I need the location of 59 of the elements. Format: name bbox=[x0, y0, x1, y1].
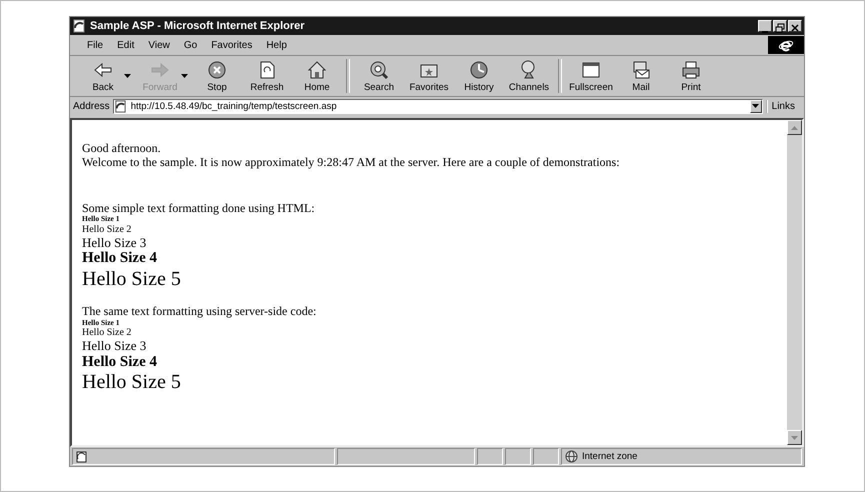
text-line: Welcome to the sample. It is now approximately 9:28:47 AM at the server. Here are a couple of demonstrations: bbox=[82, 156, 621, 170]
up-arrow-icon bbox=[791, 126, 798, 130]
text-line: Some simple text formatting done using HTML: bbox=[82, 202, 316, 216]
minimize-button[interactable] bbox=[758, 20, 772, 32]
scroll-up-button[interactable] bbox=[787, 120, 802, 135]
close-icon bbox=[789, 23, 801, 33]
stop-icon bbox=[207, 60, 227, 80]
dropdown-arrow-icon[interactable] bbox=[124, 74, 131, 78]
menu-item[interactable]: Favorites bbox=[204, 38, 260, 52]
text-line: The same text formatting using server-side code: bbox=[82, 304, 318, 318]
mail-icon bbox=[631, 60, 651, 80]
page-icon bbox=[76, 450, 88, 462]
search-icon bbox=[369, 60, 389, 80]
browser-logo bbox=[768, 36, 804, 54]
page-icon bbox=[72, 19, 86, 33]
toolbar-button[interactable]: Favorites bbox=[404, 60, 454, 92]
zone-label: Internet zone bbox=[582, 451, 638, 462]
window-title: Sample ASP - Microsoft Internet Explorer bbox=[90, 20, 306, 32]
text-line: Hello Size 2 bbox=[82, 224, 132, 236]
caret-icon bbox=[752, 104, 760, 108]
toolbar-button[interactable]: Fullscreen bbox=[566, 60, 616, 92]
menu-item[interactable]: Edit bbox=[110, 38, 142, 52]
globe-icon bbox=[565, 450, 578, 463]
dropdown-button[interactable] bbox=[750, 100, 762, 112]
links-button[interactable]: Links bbox=[766, 100, 801, 112]
toolbar-button[interactable]: Home bbox=[292, 60, 342, 92]
toolbar-button[interactable]: Stop bbox=[192, 60, 242, 92]
text-line: Good afternoon. bbox=[82, 142, 162, 156]
toolbar-button[interactable]: Mail bbox=[616, 60, 666, 92]
close-button[interactable] bbox=[788, 20, 802, 32]
page-icon bbox=[114, 100, 127, 112]
restore-icon bbox=[774, 23, 786, 33]
toolbar-button[interactable]: Print bbox=[666, 60, 716, 92]
toolbar-button[interactable]: Channels bbox=[504, 60, 554, 92]
text-line: Hello Size 5 bbox=[82, 370, 182, 394]
text-line: Hello Size 3 bbox=[82, 338, 148, 354]
print-icon bbox=[681, 60, 701, 80]
address-field[interactable]: http://10.5.48.49/bc_training/temp/testscreen.asp bbox=[112, 98, 763, 114]
menu-item[interactable]: File bbox=[80, 38, 110, 52]
menu-item[interactable]: Go bbox=[176, 38, 204, 52]
menu-item[interactable]: View bbox=[141, 38, 177, 52]
home-icon bbox=[307, 60, 327, 80]
toolbar-button[interactable]: Refresh bbox=[242, 60, 292, 92]
toolbar-button[interactable]: Search bbox=[354, 60, 404, 92]
fullscreen-icon bbox=[581, 60, 601, 80]
text-line: Hello Size 5 bbox=[82, 268, 182, 291]
toolbar-button[interactable]: History bbox=[454, 60, 504, 92]
restore-button[interactable] bbox=[773, 20, 787, 32]
text-line: Hello Size 4 bbox=[82, 354, 158, 371]
minimize-icon bbox=[762, 31, 768, 33]
toolbar-button[interactable]: Back bbox=[78, 60, 128, 92]
scroll-down-button[interactable] bbox=[787, 430, 802, 445]
text-line: Hello Size 4 bbox=[82, 250, 158, 268]
address-label: Address bbox=[73, 100, 110, 112]
text-line: Hello Size 2 bbox=[82, 327, 132, 339]
down-arrow-icon bbox=[791, 436, 798, 440]
text-line: Hello Size 3 bbox=[82, 236, 148, 250]
history-icon bbox=[469, 60, 489, 80]
menu-item[interactable]: Help bbox=[259, 38, 294, 52]
